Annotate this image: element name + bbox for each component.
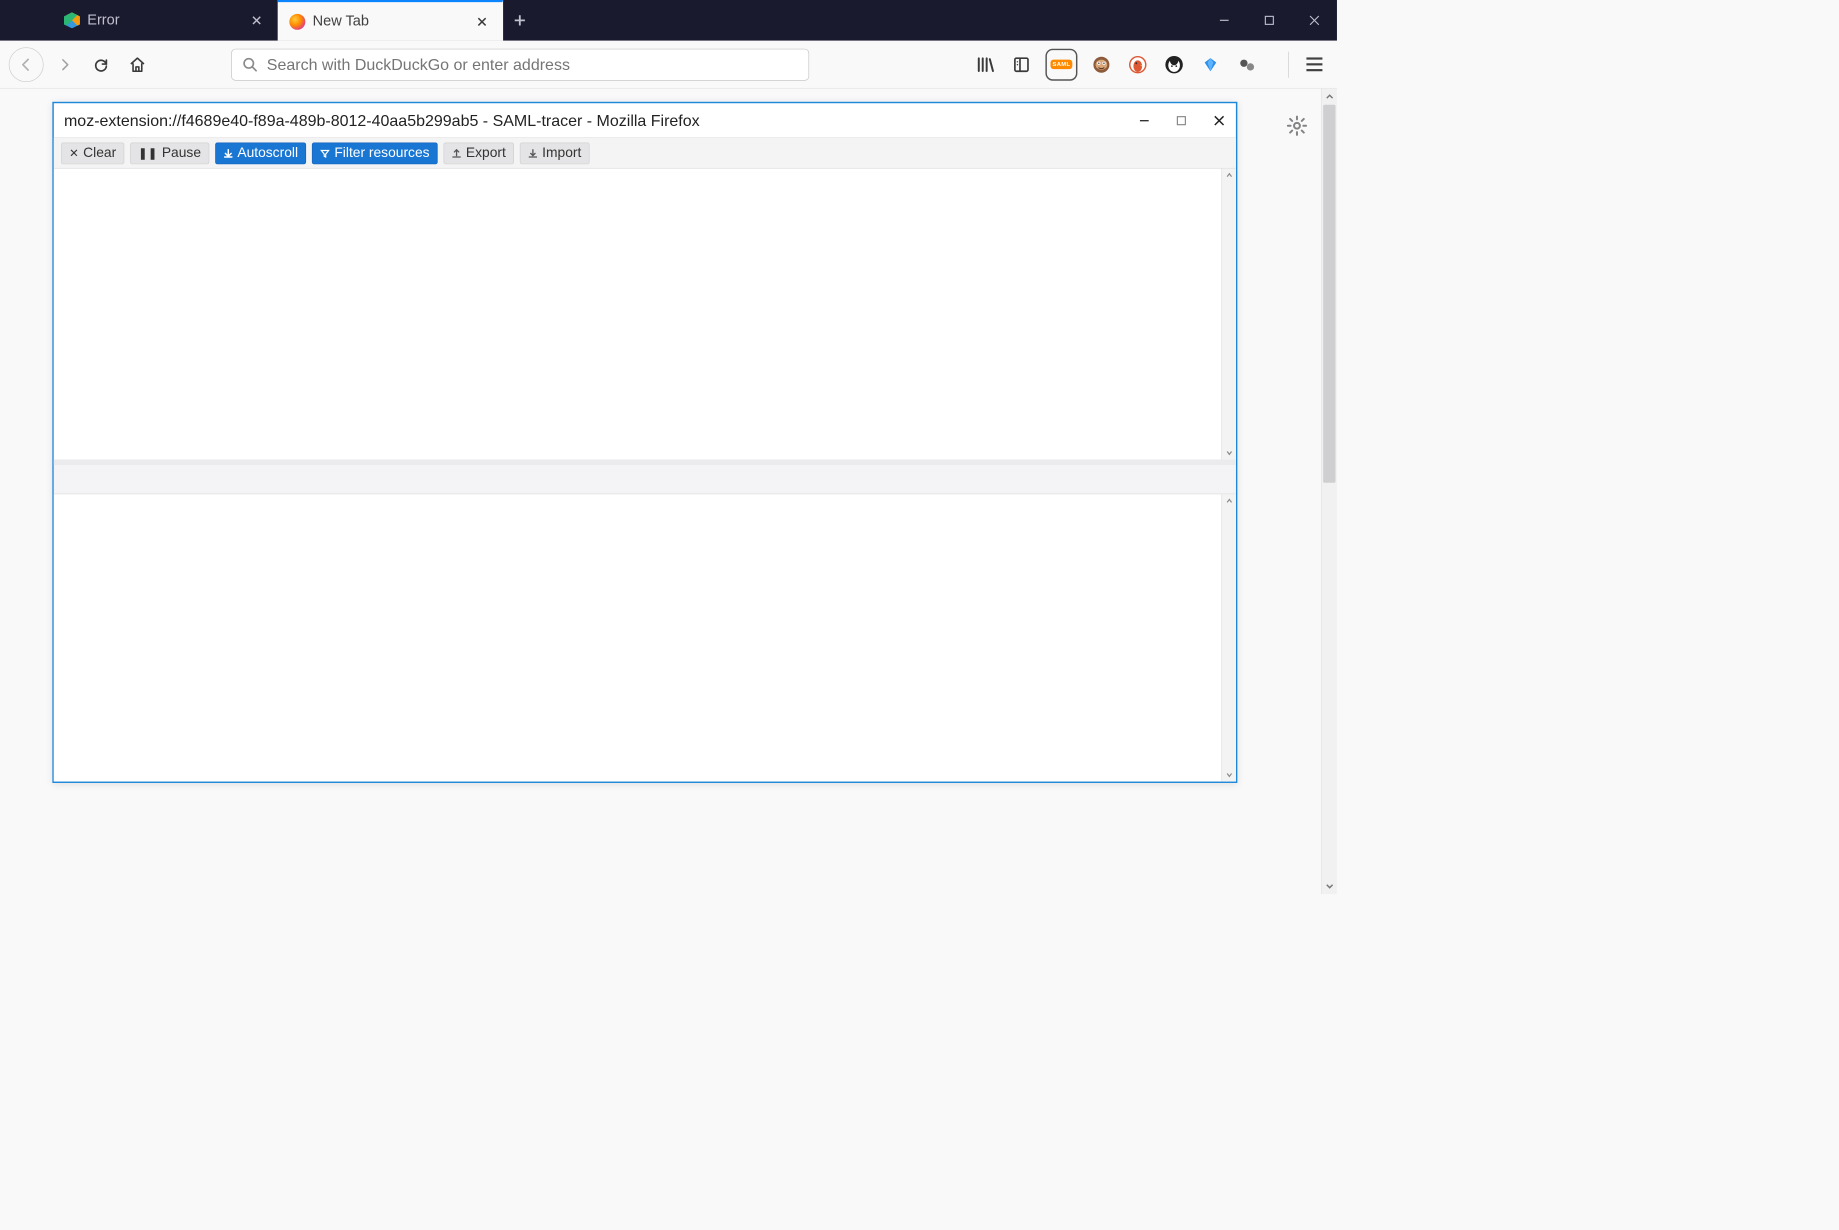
pause-label: Pause xyxy=(162,145,201,161)
tab-title: New Tab xyxy=(313,13,369,30)
close-tab-icon[interactable] xyxy=(473,13,490,30)
autoscroll-button[interactable]: Autoscroll xyxy=(215,142,306,164)
scrollbar-thumb[interactable] xyxy=(1323,105,1335,483)
popup-minimize-button[interactable] xyxy=(1138,115,1150,127)
tab-bar: Error New Tab xyxy=(0,0,1337,41)
request-list-pane[interactable] xyxy=(54,169,1236,466)
window-minimize-button[interactable] xyxy=(1202,0,1247,41)
saml-tracer-icon[interactable]: SAML xyxy=(1045,48,1077,80)
import-button[interactable]: Import xyxy=(520,142,590,164)
pause-button[interactable]: ❚❚ Pause xyxy=(130,142,209,164)
scrollbar-vertical[interactable] xyxy=(1321,89,1337,895)
tab-error[interactable]: Error xyxy=(52,0,277,41)
firefox-icon xyxy=(289,13,305,29)
extension-icons: SAML xyxy=(973,48,1259,80)
forward-button[interactable] xyxy=(49,49,80,80)
url-bar[interactable] xyxy=(231,48,809,80)
scroll-up-icon[interactable] xyxy=(1222,494,1236,507)
pane-scrollbar[interactable] xyxy=(1221,169,1236,460)
pane-scrollbar[interactable] xyxy=(1221,494,1236,781)
duckduckgo-icon[interactable] xyxy=(1125,52,1150,77)
firefox-window: Error New Tab xyxy=(0,0,1337,894)
popup-title: moz-extension://f4689e40-f89a-489b-8012-… xyxy=(64,111,700,130)
filter-label: Filter resources xyxy=(334,145,429,161)
window-maximize-button[interactable] xyxy=(1247,0,1292,41)
address-input[interactable] xyxy=(267,55,798,74)
import-icon xyxy=(528,148,538,158)
cube-icon xyxy=(64,12,80,28)
export-label: Export xyxy=(466,145,506,161)
popup-maximize-button[interactable] xyxy=(1176,115,1186,125)
popup-toolbar: ✕ Clear ❚❚ Pause Autoscroll xyxy=(54,138,1236,169)
scroll-up-icon[interactable] xyxy=(1222,169,1236,182)
popup-titlebar[interactable]: moz-extension://f4689e40-f89a-489b-8012-… xyxy=(54,103,1236,138)
window-close-button[interactable] xyxy=(1292,0,1337,41)
export-button[interactable]: Export xyxy=(443,142,513,164)
reload-button[interactable] xyxy=(86,49,117,80)
clear-label: Clear xyxy=(83,145,116,161)
saml-label: SAML xyxy=(1050,60,1072,69)
clear-button[interactable]: ✕ Clear xyxy=(61,142,124,164)
export-icon xyxy=(451,148,461,158)
scroll-down-icon[interactable] xyxy=(1222,446,1236,459)
x-icon: ✕ xyxy=(69,146,79,161)
detail-pane[interactable] xyxy=(54,494,1236,781)
window-controls xyxy=(1202,0,1337,41)
library-icon[interactable] xyxy=(973,52,998,77)
toolbar-separator xyxy=(1288,51,1289,77)
greasemonkey-icon[interactable] xyxy=(1234,52,1259,77)
back-button[interactable] xyxy=(9,47,44,82)
tab-new-tab[interactable]: New Tab xyxy=(278,0,503,41)
tab-title: Error xyxy=(87,12,119,29)
pause-icon: ❚❚ xyxy=(138,146,157,161)
filter-icon xyxy=(320,148,330,158)
app-menu-button[interactable] xyxy=(1301,51,1329,79)
page-content: moz-extension://f4689e40-f89a-489b-8012-… xyxy=(0,89,1337,895)
nav-toolbar: SAML xyxy=(0,41,1337,89)
gear-icon[interactable] xyxy=(1286,115,1308,137)
sidebar-icon[interactable] xyxy=(1009,52,1034,77)
saml-tracer-window: moz-extension://f4689e40-f89a-489b-8012-… xyxy=(52,102,1237,783)
search-icon xyxy=(242,56,258,72)
close-tab-icon[interactable] xyxy=(248,12,265,29)
tampermonkey-icon[interactable] xyxy=(1089,52,1114,77)
sapphire-icon[interactable] xyxy=(1198,52,1223,77)
scroll-up-icon[interactable] xyxy=(1322,89,1337,105)
privacy-badger-icon[interactable] xyxy=(1162,52,1187,77)
home-button[interactable] xyxy=(122,49,153,80)
scroll-down-icon[interactable] xyxy=(1222,768,1236,781)
popup-close-button[interactable] xyxy=(1213,114,1226,127)
new-tab-button[interactable] xyxy=(503,0,536,41)
filter-button[interactable]: Filter resources xyxy=(312,142,438,164)
autoscroll-label: Autoscroll xyxy=(237,145,298,161)
scroll-down-icon[interactable] xyxy=(1322,878,1337,894)
import-label: Import xyxy=(542,145,581,161)
splitter-pane[interactable] xyxy=(54,465,1236,494)
down-arrow-icon xyxy=(223,148,233,158)
